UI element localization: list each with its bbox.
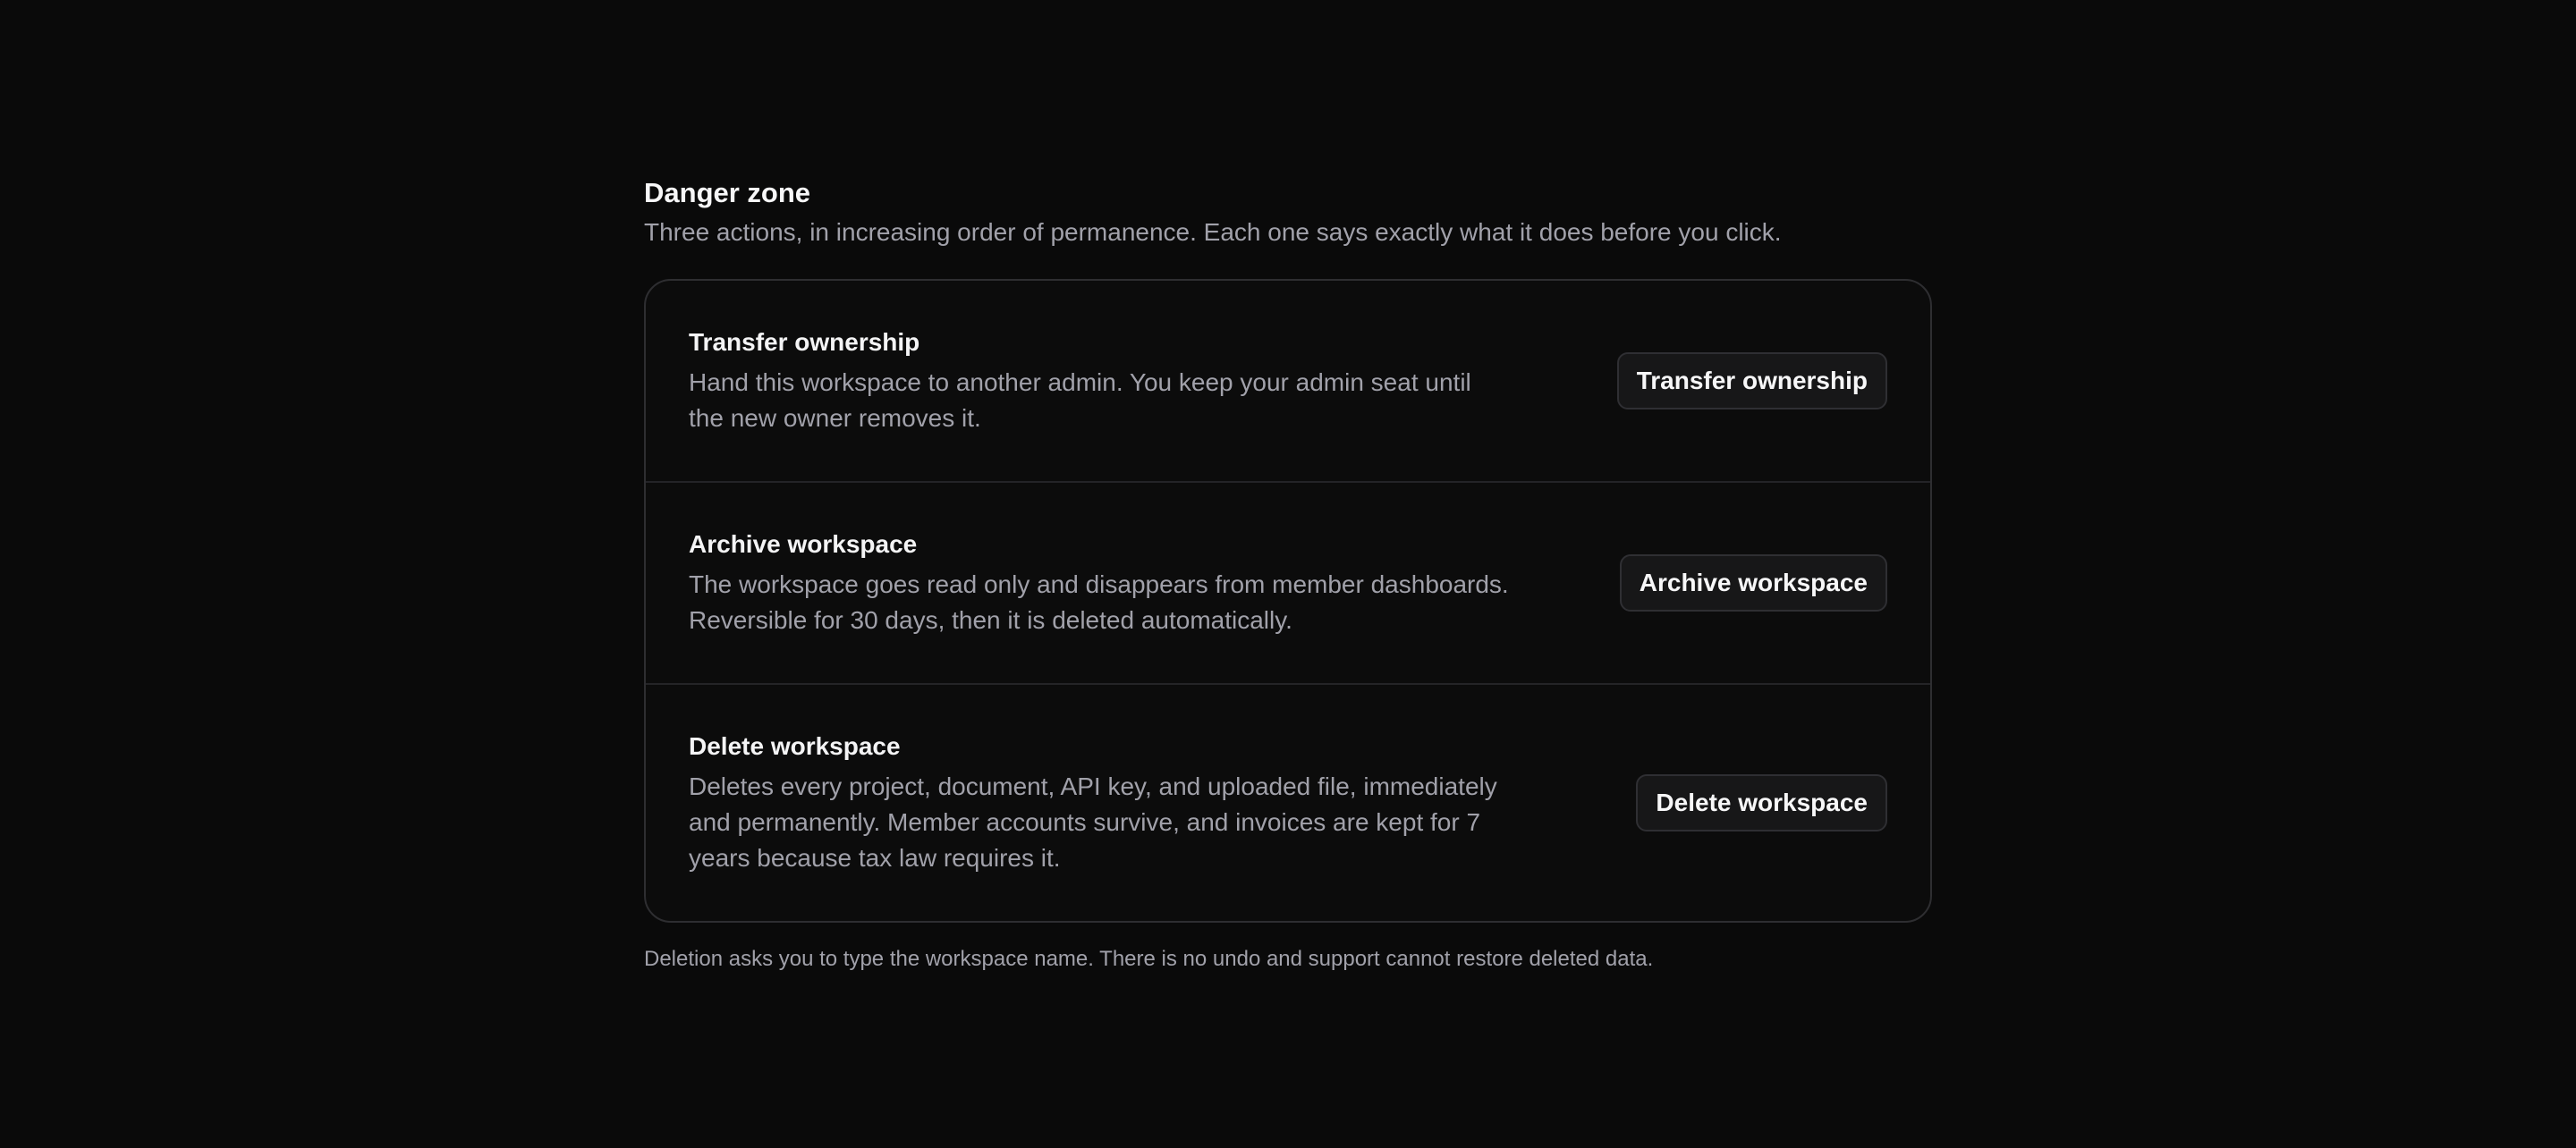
danger-zone-section: Danger zone Three actions, in increasing… bbox=[644, 175, 1932, 975]
archive-workspace-button[interactable]: Archive workspace bbox=[1619, 554, 1887, 612]
archive-workspace-title: Archive workspace bbox=[689, 530, 918, 558]
delete-workspace-title: Delete workspace bbox=[689, 732, 901, 760]
transfer-ownership-row: Transfer ownership Hand this workspace t… bbox=[646, 281, 1930, 481]
transfer-ownership-description: Hand this workspace to another admin. Yo… bbox=[689, 368, 1471, 432]
delete-workspace-row: Delete workspace Deletes every project, … bbox=[646, 683, 1930, 921]
transfer-ownership-title: Transfer ownership bbox=[689, 328, 920, 356]
transfer-ownership-button[interactable]: Transfer ownership bbox=[1616, 352, 1887, 409]
archive-workspace-description: The workspace goes read only and disappe… bbox=[689, 570, 1509, 634]
delete-workspace-button[interactable]: Delete workspace bbox=[1636, 774, 1887, 831]
section-title: Danger zone bbox=[644, 177, 811, 208]
archive-workspace-row: Archive workspace The workspace goes rea… bbox=[646, 481, 1930, 683]
deletion-footnote: Deletion asks you to type the workspace … bbox=[644, 947, 1654, 971]
archive-workspace-text: Archive workspace The workspace goes rea… bbox=[689, 528, 1512, 638]
delete-workspace-description: Deletes every project, document, API key… bbox=[689, 772, 1497, 872]
transfer-ownership-text: Transfer ownership Hand this workspace t… bbox=[689, 325, 1512, 436]
danger-zone-card: Transfer ownership Hand this workspace t… bbox=[644, 279, 1932, 923]
section-subtitle: Three actions, in increasing order of pe… bbox=[644, 218, 1782, 246]
delete-workspace-text: Delete workspace Deletes every project, … bbox=[689, 730, 1512, 876]
